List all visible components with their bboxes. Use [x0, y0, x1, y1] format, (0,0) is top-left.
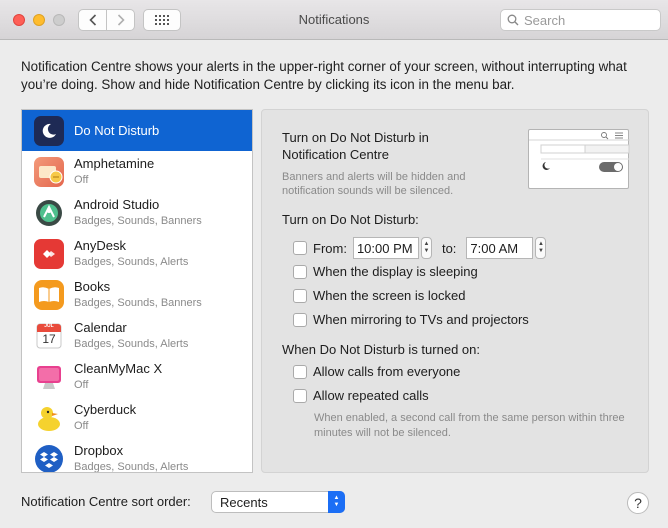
- app-subtitle: Badges, Sounds, Alerts: [74, 460, 189, 473]
- mirroring-checkbox[interactable]: [293, 312, 307, 327]
- display-sleeping-checkbox[interactable]: [293, 264, 307, 279]
- calendar-day: 17: [42, 331, 56, 346]
- title-bar: Notifications: [0, 0, 668, 40]
- allow-everyone-row[interactable]: Allow calls from everyone: [293, 364, 460, 379]
- search-input[interactable]: [524, 12, 654, 28]
- list-item-calendar[interactable]: JUL 17 Calendar Badges, Sounds, Alerts: [22, 315, 252, 356]
- cleanmymac-icon: [34, 362, 64, 392]
- app-name: Android Studio: [74, 196, 160, 212]
- popup-arrows-icon: ▲ ▼: [328, 491, 345, 513]
- app-subtitle: Badges, Sounds, Alerts: [74, 255, 189, 268]
- app-name: Calendar: [74, 319, 127, 335]
- list-item-cyberduck[interactable]: Cyberduck Off: [22, 397, 252, 438]
- anydesk-icon: [34, 238, 64, 269]
- screen-locked-checkbox[interactable]: [293, 288, 307, 303]
- from-time-value: 10:00 PM: [356, 240, 413, 256]
- list-item-do-not-disturb[interactable]: Do Not Disturb: [22, 110, 252, 151]
- from-checkbox[interactable]: [293, 241, 307, 255]
- list-item-anydesk[interactable]: AnyDesk Badges, Sounds, Alerts: [22, 233, 252, 274]
- sort-order-label: Notification Centre sort order:: [21, 494, 191, 509]
- android-studio-icon: [34, 198, 64, 228]
- app-name: CleanMyMac X: [74, 360, 163, 376]
- app-name: Books: [74, 278, 111, 294]
- app-name: Amphetamine: [74, 155, 155, 171]
- app-name: Do Not Disturb: [74, 123, 160, 138]
- dnd-note: Banners and alerts will be hidden and no…: [282, 171, 466, 197]
- allow-repeated-checkbox[interactable]: [293, 388, 307, 403]
- list-item-amphetamine[interactable]: Amphetamine Off: [22, 151, 252, 192]
- mirroring-label: When mirroring to TVs and projectors: [313, 312, 529, 327]
- stepper-down-icon: ▼: [423, 248, 430, 254]
- display-sleeping-label: When the display is sleeping: [313, 264, 478, 279]
- allow-everyone-checkbox[interactable]: [293, 364, 307, 379]
- app-subtitle: Badges, Sounds, Alerts: [74, 337, 189, 350]
- screen-locked-row[interactable]: When the screen is locked: [293, 288, 465, 303]
- to-time-stepper[interactable]: ▲ ▼: [535, 237, 547, 259]
- search-field[interactable]: [500, 9, 661, 31]
- search-icon: [507, 14, 519, 26]
- app-subtitle: Badges, Sounds, Banners: [74, 214, 202, 227]
- to-label: to:: [441, 240, 457, 256]
- app-name: Dropbox: [74, 442, 124, 458]
- allow-repeated-row[interactable]: Allow repeated calls: [293, 388, 429, 403]
- allow-everyone-label: Allow calls from everyone: [313, 364, 461, 379]
- calendar-icon: JUL 17: [34, 321, 64, 351]
- amphetamine-icon: [34, 156, 64, 187]
- list-item-books[interactable]: Books Badges, Sounds, Banners: [22, 274, 252, 315]
- schedule-row: From: 10:00 PM ▲ ▼ to: 7:00 AM ▲ ▼: [293, 237, 547, 259]
- do-not-disturb-panel: Turn on Do Not Disturb in Notification C…: [261, 109, 649, 473]
- dropbox-icon: [34, 444, 64, 472]
- to-time-value: 7:00 AM: [470, 240, 519, 256]
- from-time-stepper[interactable]: ▲ ▼: [420, 237, 432, 259]
- from-label: From:: [313, 240, 347, 256]
- list-item-android-studio[interactable]: Android Studio Badges, Sounds, Banners: [22, 192, 252, 233]
- when-on-heading: When Do Not Disturb is turned on:: [282, 342, 480, 357]
- app-name: Cyberduck: [74, 401, 137, 417]
- calendar-month: JUL: [44, 323, 54, 329]
- app-subtitle: Badges, Sounds, Banners: [74, 296, 202, 309]
- sort-order-value: Recents: [220, 494, 268, 510]
- sort-order-popup[interactable]: Recents ▲ ▼: [211, 491, 345, 513]
- notification-centre-preview: [528, 129, 630, 189]
- intro-text: Notification Centre shows your alerts in…: [21, 59, 627, 92]
- stepper-up-icon: ▲: [423, 241, 430, 247]
- display-sleeping-row[interactable]: When the display is sleeping: [293, 264, 478, 279]
- help-button[interactable]: ?: [627, 492, 649, 514]
- to-time-field[interactable]: 7:00 AM: [466, 237, 534, 259]
- stepper-up-icon: ▲: [537, 241, 544, 247]
- app-subtitle: Off: [74, 173, 89, 186]
- app-list[interactable]: Do Not Disturb Amphetamine Off Android S…: [21, 109, 253, 473]
- books-icon: [34, 279, 64, 310]
- schedule-heading: Turn on Do Not Disturb:: [282, 212, 419, 227]
- cyberduck-icon: [34, 403, 64, 433]
- list-item-dropbox[interactable]: Dropbox Badges, Sounds, Alerts: [22, 438, 252, 473]
- screen-locked-label: When the screen is locked: [313, 288, 466, 303]
- repeated-calls-note: When enabled, a second call from the sam…: [314, 412, 625, 439]
- dnd-heading: Turn on Do Not Disturb in Notification C…: [282, 130, 429, 162]
- from-time-field[interactable]: 10:00 PM: [352, 237, 419, 259]
- moon-icon: [34, 115, 64, 146]
- mirroring-row[interactable]: When mirroring to TVs and projectors: [293, 312, 529, 327]
- app-subtitle: Off: [74, 419, 89, 432]
- allow-repeated-label: Allow repeated calls: [313, 388, 429, 403]
- stepper-down-icon: ▼: [537, 248, 544, 254]
- app-name: AnyDesk: [74, 237, 127, 253]
- help-label: ?: [634, 495, 642, 511]
- app-subtitle: Off: [74, 378, 89, 391]
- list-item-cleanmymac[interactable]: CleanMyMac X Off: [22, 356, 252, 397]
